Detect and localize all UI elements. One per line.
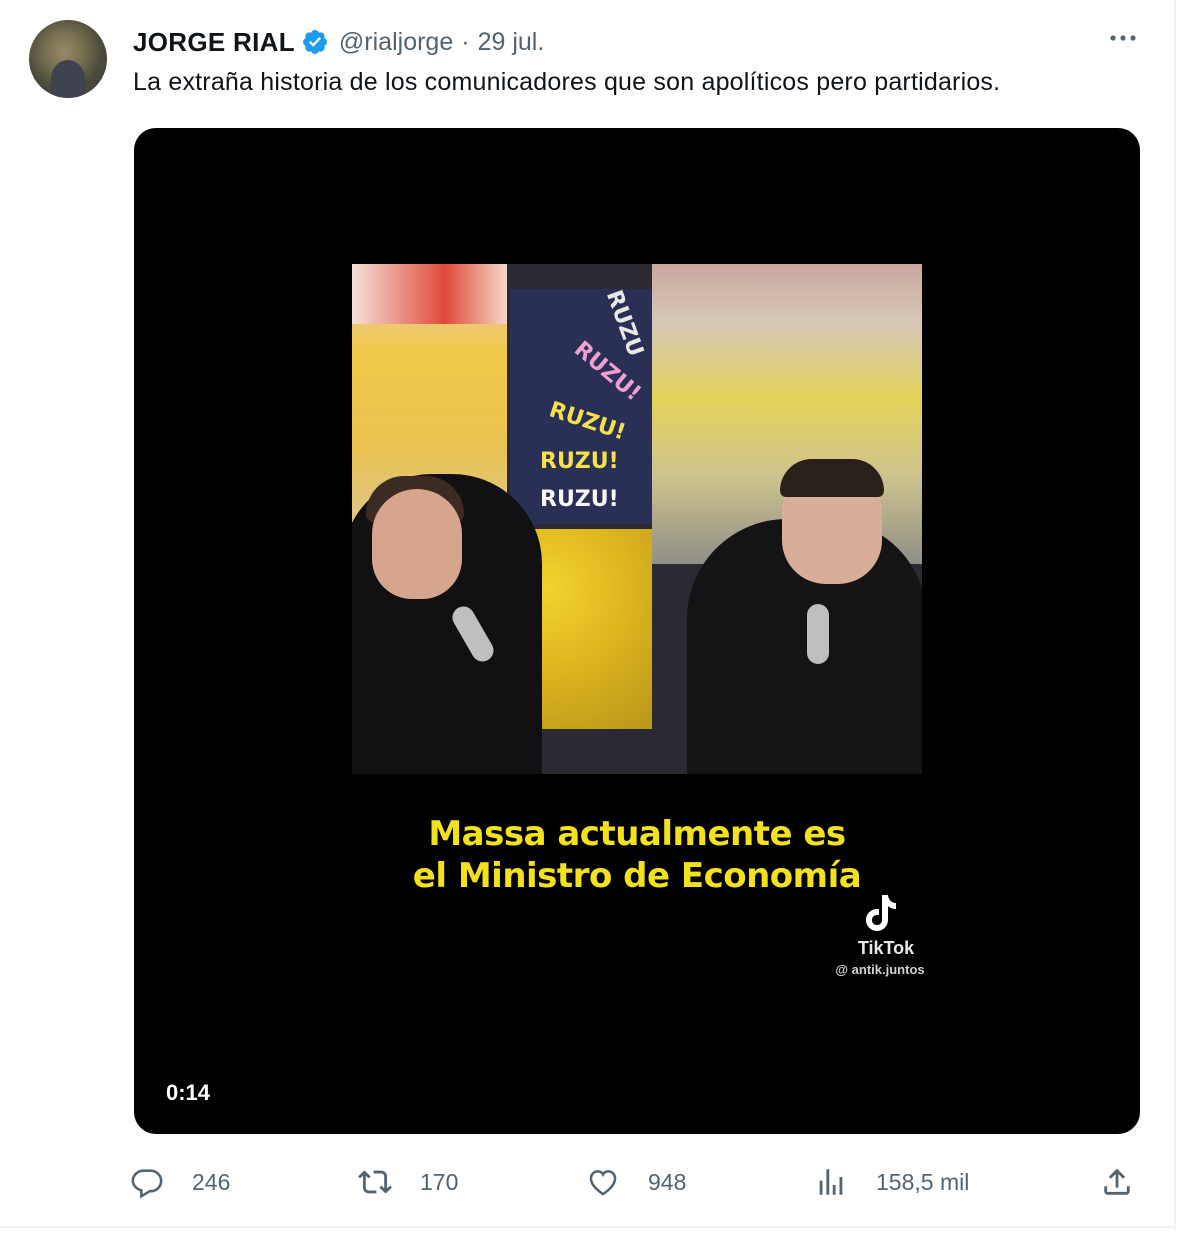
views-icon bbox=[819, 1169, 843, 1195]
poster-text: RUZU! bbox=[540, 449, 619, 474]
background-poster-left-top bbox=[352, 264, 507, 324]
tiktok-handle: @ antik.juntos bbox=[835, 962, 925, 977]
tweet-actions: 246 170 948 158,5 mil bbox=[130, 1162, 1140, 1202]
like-button[interactable]: 948 bbox=[586, 1162, 686, 1202]
retweet-button[interactable]: 170 bbox=[358, 1162, 458, 1202]
share-button[interactable] bbox=[1100, 1162, 1134, 1202]
like-icon bbox=[589, 1170, 617, 1196]
more-icon[interactable] bbox=[1108, 28, 1138, 48]
tiktok-icon bbox=[866, 895, 896, 931]
video-duration: 0:14 bbox=[166, 1080, 211, 1105]
poster-text: RUZU! bbox=[540, 487, 619, 512]
video-player[interactable]: RUZU RUZU! RUZU! RUZU! RUZU! Massa actua… bbox=[134, 128, 1140, 1134]
tweet-header: JORGE RIAL @rialjorge · 29 jul. bbox=[133, 24, 544, 60]
share-icon bbox=[1104, 1168, 1130, 1195]
retweet-icon bbox=[358, 1170, 392, 1194]
author-name[interactable]: JORGE RIAL bbox=[133, 27, 295, 58]
person-right-hair bbox=[780, 459, 884, 497]
header-separator: · bbox=[461, 27, 470, 56]
video-frame: RUZU RUZU! RUZU! RUZU! RUZU! bbox=[352, 264, 922, 774]
person-left-face bbox=[372, 489, 462, 599]
reply-icon bbox=[131, 1169, 163, 1199]
poster-text: RUZU bbox=[600, 286, 648, 361]
caption-line: Massa actualmente es bbox=[428, 814, 846, 854]
background-poster-center: RUZU RUZU! RUZU! RUZU! RUZU! bbox=[510, 286, 652, 524]
poster-text: RUZU! bbox=[546, 397, 629, 446]
video-caption: Massa actualmente es el Ministro de Econ… bbox=[134, 813, 1140, 897]
reply-count: 246 bbox=[192, 1168, 231, 1195]
microphone-right bbox=[807, 604, 829, 664]
tweet-bottom-divider bbox=[0, 1226, 1176, 1228]
author-handle[interactable]: @rialjorge bbox=[339, 28, 453, 57]
reply-button[interactable]: 246 bbox=[130, 1162, 230, 1202]
tiktok-label: TikTok bbox=[857, 938, 915, 958]
tweet-text: La extraña historia de los comunicadores… bbox=[133, 68, 1001, 96]
views-count: 158,5 mil bbox=[876, 1168, 970, 1195]
retweet-count: 170 bbox=[420, 1168, 459, 1195]
verified-badge-icon bbox=[302, 30, 327, 54]
tweet-date[interactable]: 29 jul. bbox=[478, 28, 545, 57]
caption-line: el Ministro de Economía bbox=[412, 856, 862, 896]
timeline-right-border bbox=[1174, 0, 1176, 1230]
avatar[interactable] bbox=[29, 20, 107, 98]
like-count: 948 bbox=[648, 1168, 687, 1195]
views-button[interactable]: 158,5 mil bbox=[814, 1162, 969, 1202]
